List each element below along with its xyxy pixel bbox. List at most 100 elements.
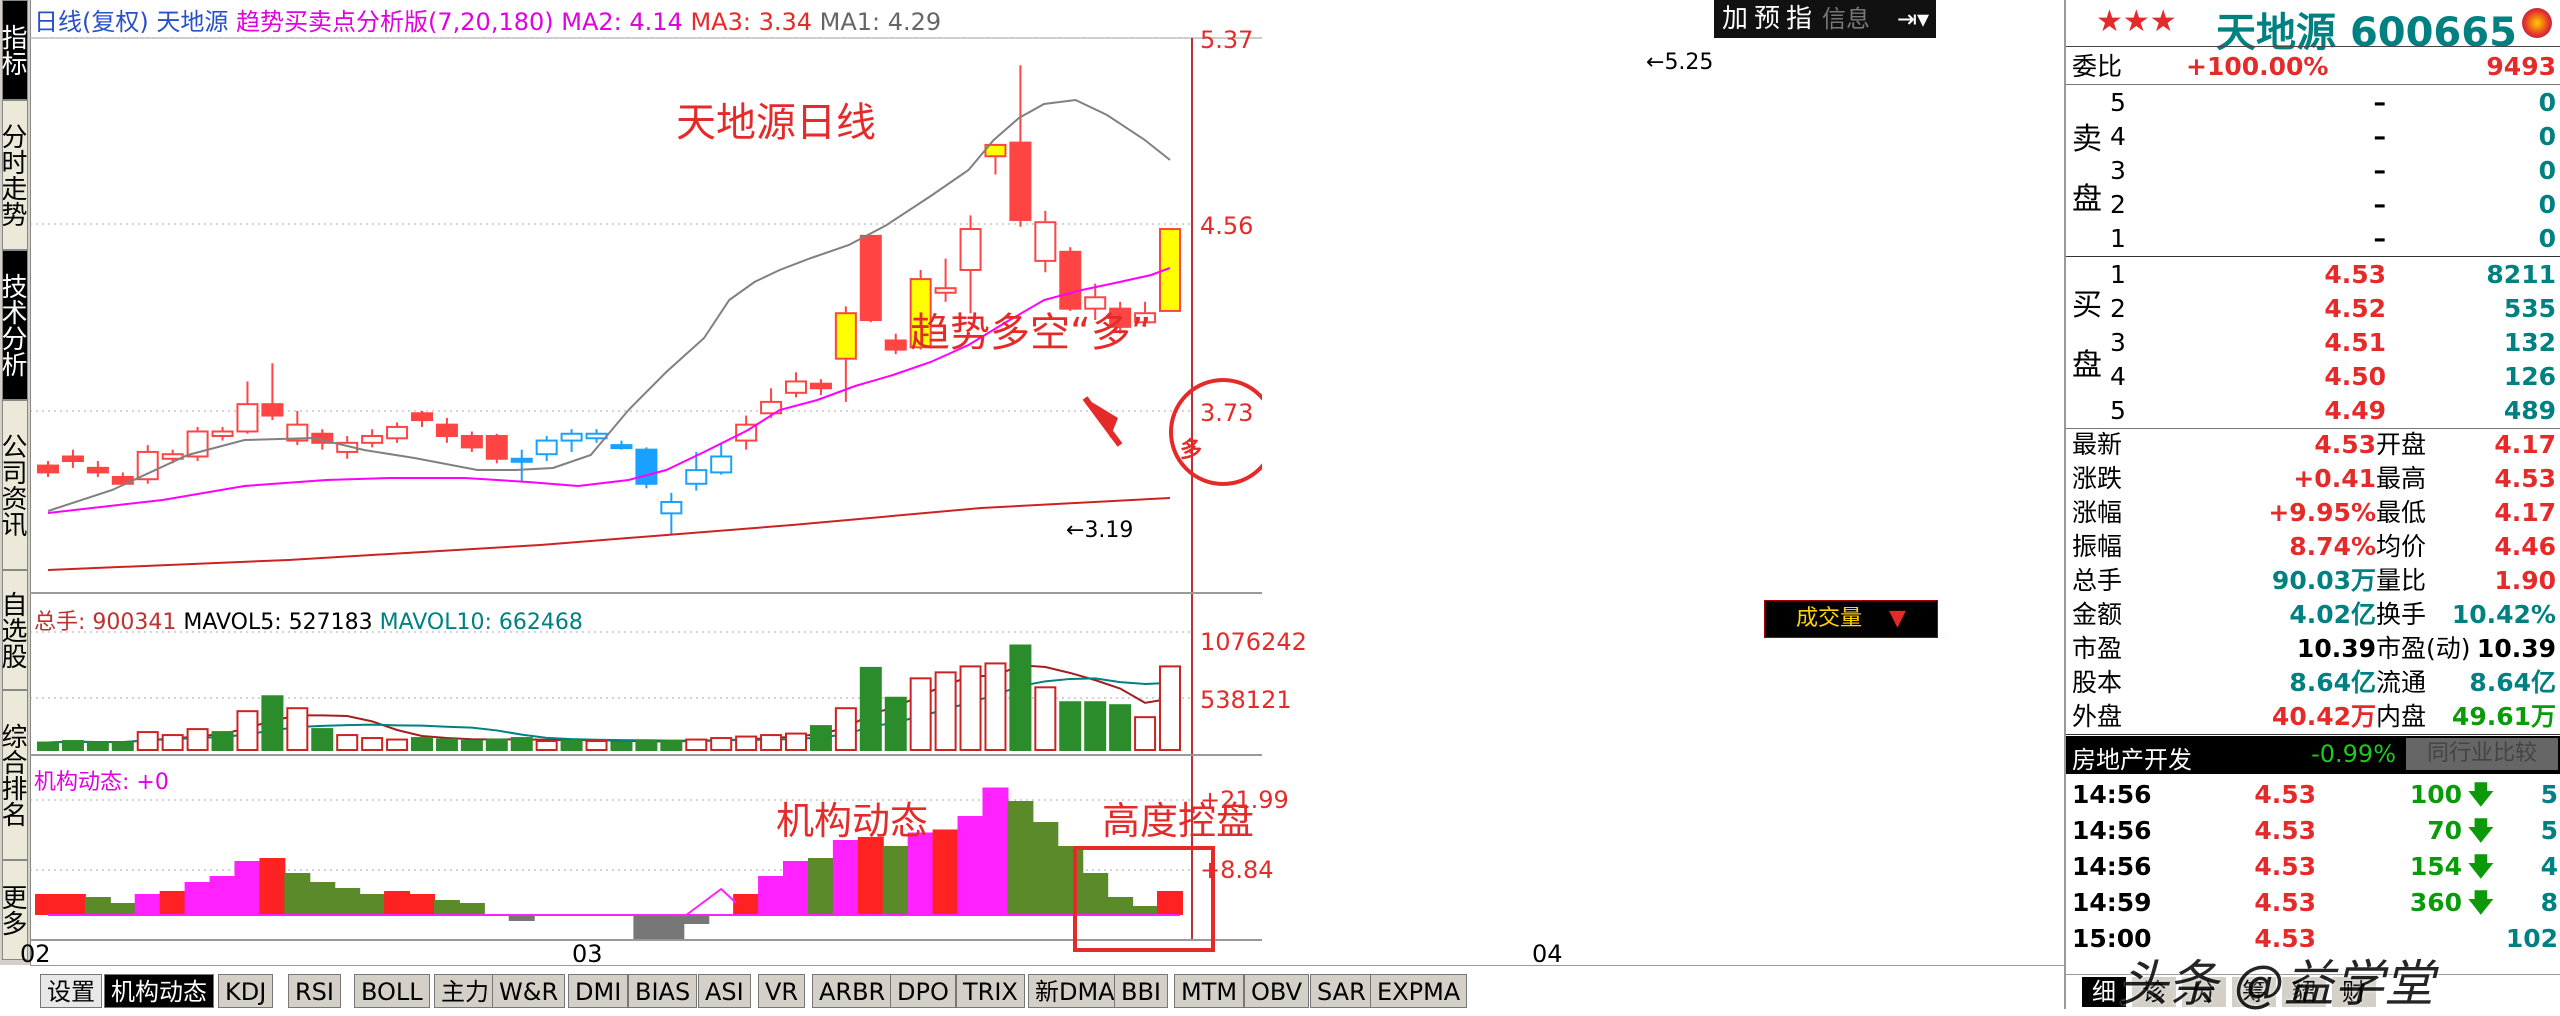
sell-level-num: 1 [2110, 224, 2126, 253]
sell-level-num: 5 [2110, 88, 2126, 117]
volume-bar [361, 737, 384, 751]
institution-bar [1032, 822, 1059, 915]
buy-price: 4.50 [2324, 362, 2386, 391]
stat-label-left: 涨幅 [2072, 498, 2123, 527]
bottom-tab-7[interactable]: DMI [568, 974, 629, 1008]
institution-bar [409, 894, 435, 915]
volume-bar [660, 740, 683, 751]
stat-row-5: 金额 4.02亿 换手 10.42% [2066, 598, 2560, 632]
volume-bar [834, 707, 857, 752]
stat-value-left: 8.64亿 [2289, 668, 2376, 697]
expand-icon[interactable]: ⇥▾ [1890, 0, 1936, 38]
bottom-tab-3[interactable]: RSI [288, 974, 341, 1008]
tab-ranking[interactable]: 综合排名 [0, 690, 28, 860]
institution-bars [35, 787, 1183, 939]
volume-bar [785, 732, 807, 751]
candle-body [136, 450, 159, 481]
volume-bar [37, 741, 59, 751]
tab-technical[interactable]: 技术分析 [0, 250, 28, 400]
indicator-button[interactable]: 指 [1786, 0, 1812, 38]
candle-body [884, 339, 907, 351]
tab-timeshare[interactable]: 分时走势 [0, 100, 28, 250]
indicator-selector[interactable]: 成交量 ▼ [1764, 600, 1938, 638]
bottom-tab-18[interactable]: SAR [1310, 974, 1373, 1008]
stat-value-left: 10.39 [2296, 634, 2376, 663]
chart-toolbar: 加 预 指 信息 [1714, 0, 1890, 38]
tab-watchlist[interactable]: 自选股 [0, 570, 28, 690]
bottom-tab-2[interactable]: KDJ [218, 974, 274, 1008]
volume-bar [61, 740, 84, 751]
buy-price: 4.52 [2324, 294, 2386, 323]
tick-row-2: 14:56 4.53 154 🡇 4 [2066, 850, 2560, 884]
tick-price: 4.53 [2254, 852, 2316, 881]
sector-name[interactable]: 房地产开发 [2072, 740, 2192, 775]
tab-company-news[interactable]: 公司资讯 [0, 400, 28, 570]
bottom-tab-19[interactable]: EXPMA [1370, 974, 1468, 1008]
buy-volume: 489 [2503, 396, 2556, 425]
annotation-ctrl: 高度控盘 [1102, 799, 1255, 843]
volume-bar [984, 662, 1007, 752]
bottom-tab-9[interactable]: ASI [698, 974, 751, 1008]
institution-bar [733, 894, 760, 915]
institution-bar [35, 894, 61, 915]
sell-volume: 0 [2538, 122, 2556, 151]
buy-price: 4.53 [2324, 260, 2386, 289]
stat-value-left: 8.74% [2289, 532, 2376, 561]
market-globe-icon[interactable] [2522, 8, 2552, 38]
sell-volume: 0 [2538, 88, 2556, 117]
institution-bar [857, 837, 884, 915]
institution-bar [1132, 906, 1159, 915]
stat-value-left: +0.41 [2293, 464, 2376, 493]
stat-row-7: 股本 8.64亿 流通 8.64亿 [2066, 666, 2560, 700]
volume-bar [386, 738, 409, 751]
volume-bar [809, 725, 832, 751]
bottom-tab-6[interactable]: W&R [492, 974, 566, 1008]
volume-bar [111, 741, 134, 751]
add-button[interactable]: 加 [1722, 0, 1748, 38]
candle-body [834, 312, 857, 360]
sell-level-2: 2 – 0 [2066, 188, 2560, 222]
stat-label-left: 股本 [2072, 668, 2123, 697]
bottom-tab-13[interactable]: TRIX [956, 974, 1025, 1008]
candle-body [510, 457, 533, 463]
candle-body [660, 500, 683, 515]
bottom-tab-4[interactable]: BOLL [354, 974, 430, 1008]
tick-price: 4.53 [2254, 780, 2316, 809]
predict-button[interactable]: 预 [1754, 0, 1780, 38]
bottom-tab-16[interactable]: MTM [1174, 974, 1245, 1008]
annotation-inst: 机构动态 [776, 799, 929, 843]
stat-value-left: 4.53 [2314, 430, 2376, 459]
bottom-tab-8[interactable]: BIAS [628, 974, 698, 1008]
bottom-tab-0[interactable]: 设置 [40, 974, 102, 1008]
date-label-04: 04 [1532, 940, 1563, 968]
tab-indicator[interactable]: 指标 [0, 0, 28, 100]
weibi-value: 9493 [2486, 52, 2556, 81]
institution-bar [807, 858, 834, 915]
volume-bar [884, 696, 907, 751]
volume-bar [934, 671, 957, 751]
tick-count: 102 [2505, 924, 2558, 953]
stat-label-left: 总手 [2072, 566, 2123, 595]
institution-bar [184, 882, 211, 915]
buy-level-num: 2 [2110, 294, 2126, 323]
volume-bar [585, 740, 608, 751]
bottom-tab-14[interactable]: 新DMA [1028, 974, 1122, 1008]
volume-bar [560, 740, 583, 751]
bottom-tab-17[interactable]: OBV [1244, 974, 1310, 1008]
bottom-tab-10[interactable]: VR [758, 974, 806, 1008]
volume-tick-top: 1076242 [1200, 628, 1307, 656]
institution-bar [982, 787, 1009, 915]
institution-bar [633, 915, 660, 939]
compare-industry-button[interactable]: 同行业比较 [2406, 738, 2558, 770]
inst-header: 机构动态: +0 [34, 770, 169, 795]
volume-bar [286, 707, 309, 752]
kline-chart[interactable] [30, 0, 1262, 965]
bottom-tab-5[interactable]: 主力 [434, 974, 496, 1008]
bottom-tab-1[interactable]: 机构动态 [104, 974, 214, 1008]
bottom-tab-15[interactable]: BBI [1114, 974, 1169, 1008]
volume-bar [510, 737, 533, 751]
info-button[interactable]: 信息 [1822, 0, 1870, 38]
bottom-tab-11[interactable]: ARBR [812, 974, 893, 1008]
tick-volume: 70 [2427, 816, 2462, 845]
bottom-tab-12[interactable]: DPO [890, 974, 956, 1008]
